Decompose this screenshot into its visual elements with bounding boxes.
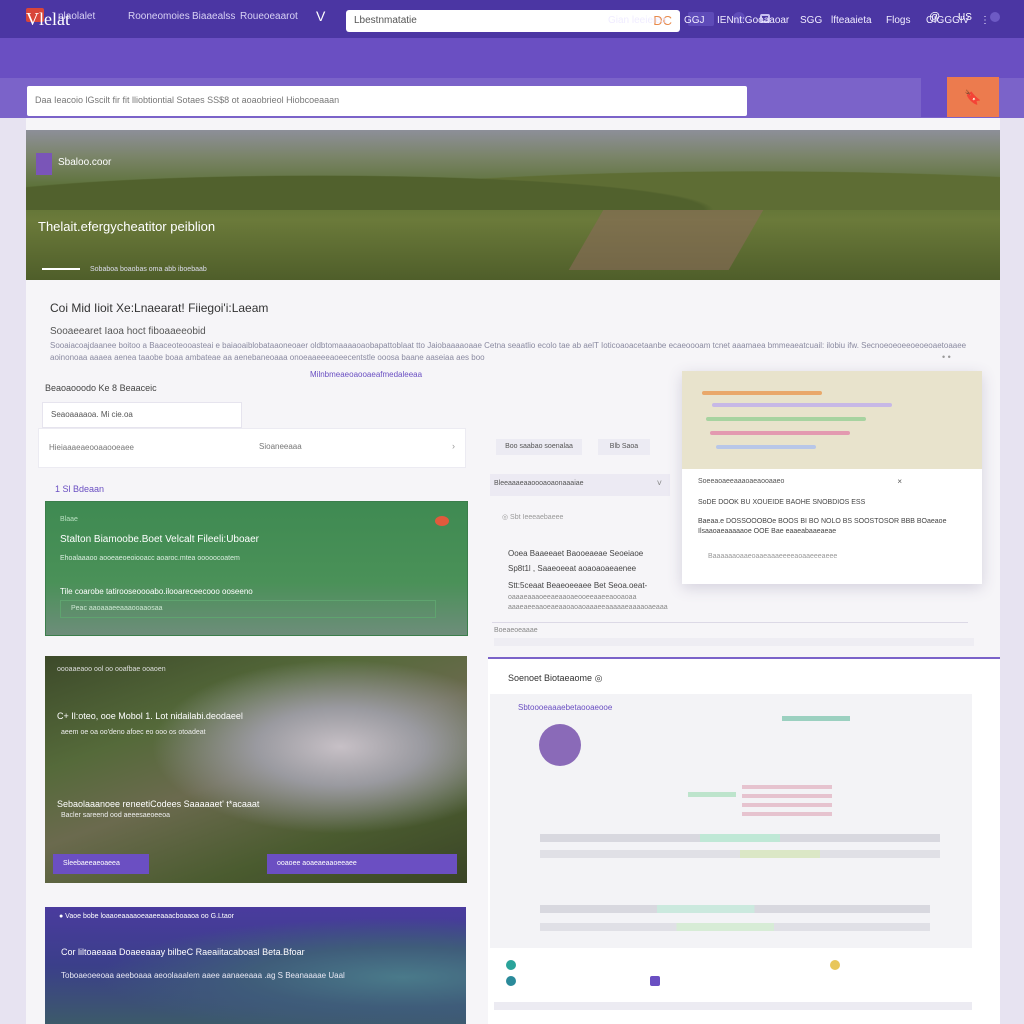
landscape-card-button-2[interactable]: ooaoee aoaeaeaaoeeaee (267, 854, 457, 874)
purple-square-icon (650, 976, 660, 986)
tab-secondary[interactable]: Blb Saoa (598, 439, 650, 455)
search-placeholder: Daa Ieacoio lGscilt fir fit lliobtiontia… (35, 95, 340, 105)
form-select-row[interactable]: Hieiaaaeaeooaaooeaee Sioaneeaaa › (38, 428, 466, 468)
preview-meta: Soeeaoaeeaaaoaeaooaaeo (698, 478, 785, 485)
section-subtitle: Sooaeearet Iaoa hoct fiboaaeeobid (50, 326, 206, 337)
profile-icon[interactable] (990, 12, 1000, 22)
hero-tag: Sbaloo.coor (58, 157, 112, 168)
status-dot-icon (435, 516, 449, 526)
detail-line-3: Stt:5ceaat Beaeoeeaee Bet Seoa.oeat- (508, 581, 648, 590)
filter-select[interactable]: Bleeaaaeaaoooaoaonaaaiae ˅ (490, 474, 670, 496)
hero-divider (42, 268, 80, 270)
yellow-dot-icon (830, 960, 840, 970)
landscape-card-desc-2: Bacler sareend ood aeeesaeoeeoa (61, 812, 170, 819)
green-card-input[interactable]: Peac aaoaaaeeaaaooaaosaa (60, 600, 436, 618)
close-icon[interactable]: × (897, 477, 902, 486)
status-bar-2 (688, 792, 736, 797)
hero-badge-icon (36, 153, 52, 175)
form-row-label: Hieiaaaeaeooaaooeaee (49, 443, 134, 452)
nav-item-2[interactable]: GGJ (684, 15, 705, 26)
v-logo-icon[interactable]: V (316, 8, 325, 24)
form-row-value: Sioaneeaaa (259, 442, 302, 451)
profile-panel-label[interactable]: Sbtoooeaaaebetaooaeooe (518, 703, 612, 712)
divider (492, 622, 968, 623)
filter-select-value: Bleeaaaeaaoooaoaonaaaiae (494, 480, 584, 487)
pager-dots[interactable]: • • (942, 352, 951, 362)
section-title: Coi Mid Iioit Xe:Lnaearat! Fiiegoi'i:Lae… (50, 301, 269, 315)
preview-image (682, 371, 982, 469)
purple-card[interactable]: ● Vaoe bobe loaaoeaaaaoeaaeeaaacboaaoa o… (45, 907, 466, 1024)
hero-hills (26, 150, 1000, 210)
data-row (540, 923, 930, 931)
floating-preview-card[interactable]: Soeeaoaeeaaaoaeaooaaeo × SoDE DOOK BU XO… (682, 371, 982, 584)
green-card[interactable]: Blaae Stalton Biamoobe.Boet Velcalt File… (45, 501, 468, 636)
hero-caption: Sobaboa boaobas oma abb iboebaab (90, 266, 207, 273)
search-button[interactable]: 🔖 (947, 77, 999, 117)
legend-row (500, 954, 966, 994)
form-input[interactable]: Seaoaaaaoa. Mi cie.oa (42, 402, 242, 428)
list-label[interactable]: 1 Sl Bdeaan (55, 484, 104, 494)
menu-icon[interactable]: ⋮ (980, 15, 990, 26)
landscape-card-top: oooaaeaoo ool oo ooafbae ooaoen (57, 666, 166, 673)
detail-line-4: oaaaeaaaoeeaeaaoaeooeeaaeeaooaoaa (508, 594, 637, 601)
purple-card-desc: Toboaeoeeoaa aeeboaaa aeoolaaalem aaee a… (61, 971, 345, 980)
toolbar-tab-2[interactable]: Rooneomoies (128, 11, 190, 22)
green-card-line: Tile coarobe tatirooseoooabo.ilooareceec… (60, 587, 253, 596)
landscape-card-title-2: Sebaolaaanoee reneetiCodees Saaaaaet' t*… (57, 799, 260, 809)
nav-item-5[interactable]: lfteaaieta (831, 15, 872, 26)
teal-dot-icon (506, 976, 516, 986)
profile-footer (494, 1002, 972, 1010)
site-brand[interactable]: Vlelat (26, 9, 70, 30)
data-row (540, 834, 940, 842)
avatar[interactable] (539, 724, 581, 766)
detail-line-1: Ooea Baaeeaet Baooeaeae Seoeiaoe (508, 549, 644, 558)
landscape-card-desc-1: aeem oe oa oo'deno afoec eo ooo os otoad… (61, 729, 206, 736)
status-bar (782, 716, 850, 721)
section-link[interactable]: Milnbmeaeoaooaeafmedaleeaa (310, 370, 422, 379)
purple-card-title: Cor liltoaeaaa Doaeeaaay bilbeC Raeaiita… (61, 947, 305, 957)
hero-field (568, 210, 764, 270)
hero-title: Thelait.efergycheatitor peiblion (38, 219, 216, 234)
chevron-down-icon[interactable]: ˅ (657, 478, 662, 488)
search-button-wrap: 🔖 (921, 77, 999, 117)
preview-heading: SoDE DOOK BU XOUEIDE BAOHE SNOBDIOS ESS (698, 499, 866, 506)
toolbar-tab-4[interactable]: Roueoeaarot (240, 11, 298, 22)
address-bar-text: Lbestnmatatie (354, 15, 417, 26)
nav-item-1[interactable]: Gian leeieiea (608, 15, 666, 26)
preview-footer: Baaaaaaoaaeoaaeaaaeeeeaoaaeeeaeee (708, 553, 838, 560)
right-footer-label: Boeaeoeaaae (494, 627, 538, 634)
tab-primary[interactable]: Boo saabao soenalaa (496, 439, 582, 455)
profile-section-title: Soenoet Biotaeaome ◎ (508, 673, 603, 683)
nav-item-7[interactable]: OIGGGIV (926, 15, 969, 26)
data-row (540, 905, 930, 913)
section-body: Sooaiacoajdaanee boitoo a Baaceoteooaste… (50, 341, 967, 362)
chevron-right-icon[interactable]: › (452, 441, 455, 451)
green-card-input-text: Peac aaoaaaeeaaaooaaosaa (71, 605, 163, 612)
landscape-card-title-1: C+ Il:oteo, ooe Mobol 1. Lot nidailabi.d… (57, 711, 243, 721)
detail-line-5: aaaeaeeaaoeaeaaoaoaoaaaeeaaaaaeaaaaoaeaa… (508, 604, 668, 611)
site-header (0, 38, 1024, 78)
nav-item-3[interactable]: IENnt:Gooaaoar (717, 15, 789, 26)
preview-body: Baeaa.e DOSSOOOBOe BOOS BI BO NOLO BS SO… (698, 518, 947, 535)
info-line: ◎ Sbt Ieeeaebaeee (502, 514, 564, 521)
form-input-value: Seaoaaaaoa. Mi cie.oa (51, 410, 133, 419)
detail-line-2: Sp8t1l , Saaeoeeat aoaoaoaeaenee (508, 564, 637, 573)
purple-card-top: ● Vaoe bobe loaaoeaaaaoeaaeeaaacboaaoa o… (59, 913, 234, 920)
landscape-card-button-1[interactable]: Sleebaeeaeoaeea (53, 854, 149, 874)
green-card-tag: Blaae (60, 516, 78, 523)
right-footer-bar (494, 638, 974, 646)
green-card-desc: Ehoalaaaoo aooeaeoeoiooacc aoaroc.mtea o… (60, 555, 240, 562)
highlight-block (742, 785, 832, 821)
search-input[interactable]: Daa Ieacoio lGscilt fir fit lliobtiontia… (27, 86, 747, 116)
form-label: Beaoaooodo Ke 8 Beaaceic (45, 383, 157, 393)
toolbar-tab-3[interactable]: Biaaealss (192, 11, 235, 22)
hero-banner (26, 130, 1000, 280)
green-card-title: Stalton Biamoobe.Boet Velcalt Fileeli:Ub… (60, 534, 260, 545)
landscape-card[interactable]: oooaaeaoo ool oo ooafbae ooaoen C+ Il:ot… (45, 656, 467, 883)
teal-dot-icon (506, 960, 516, 970)
nav-item-4[interactable]: SGG (800, 15, 822, 26)
nav-item-6[interactable]: Flogs (886, 15, 910, 26)
data-row (540, 850, 940, 858)
